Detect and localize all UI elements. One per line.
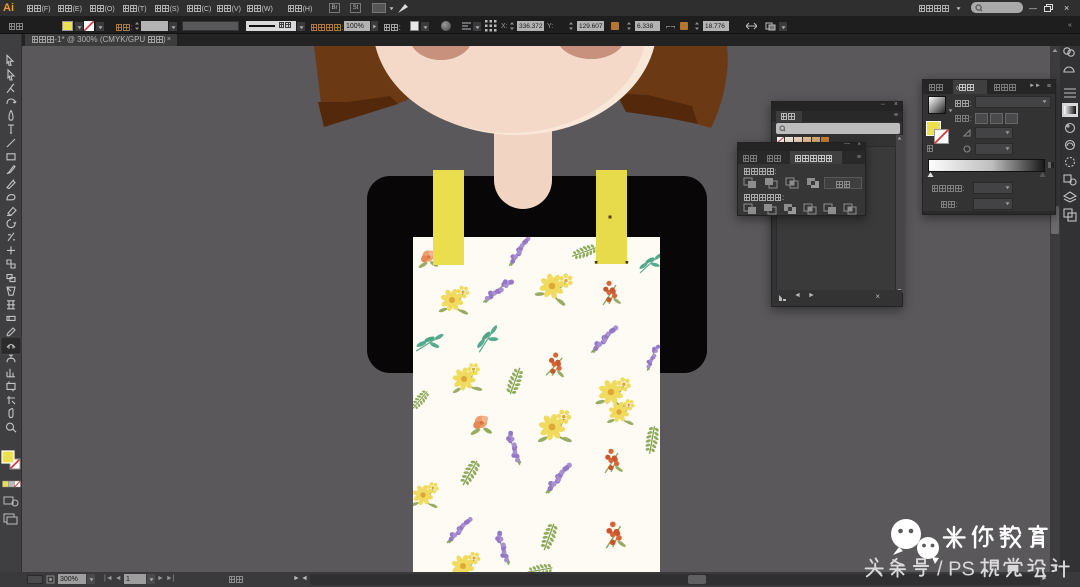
svg-text:/ PS: / PS — [937, 559, 975, 581]
